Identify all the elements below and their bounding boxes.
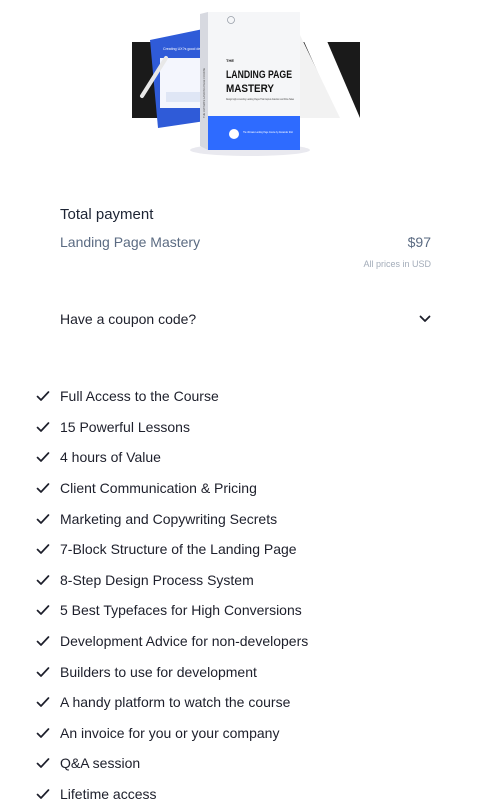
feature-item: 8-Step Design Process System <box>36 565 308 596</box>
feature-label: 5 Best Typefaces for High Conversions <box>60 602 302 619</box>
feature-label: An invoice for you or your company <box>60 724 280 741</box>
screen-card-block <box>166 92 200 102</box>
check-icon <box>36 391 50 402</box>
feature-item: Builders to use for development <box>36 656 308 687</box>
feature-label: A handy platform to watch the course <box>60 694 291 711</box>
chevron-down-icon[interactable] <box>418 312 432 326</box>
feature-label: Marketing and Copywriting Secrets <box>60 510 278 527</box>
feature-label: Client Communication & Pricing <box>60 480 257 497</box>
check-icon <box>36 452 50 463</box>
feature-item: 5 Best Typefaces for High Conversions <box>36 595 308 626</box>
box-tagline: Design High-converting Landing Pages Tha… <box>226 97 294 101</box>
coupon-label: Have a coupon code? <box>60 311 197 327</box>
product-box-illustration: Creating UX?s good design for your proje… <box>132 12 360 156</box>
product-hero-image: Creating UX?s good design for your proje… <box>0 0 487 160</box>
check-icon <box>36 605 50 616</box>
feature-label: Builders to use for development <box>60 663 257 680</box>
check-icon <box>36 544 50 555</box>
order-line-item: Landing Page Mastery $97 <box>60 234 431 250</box>
feature-item: A handy platform to watch the course <box>36 687 308 718</box>
box-spine-text: THE ULTIMATE LANDING PAGE COURSE <box>202 68 206 118</box>
feature-label: 15 Powerful Lessons <box>60 418 190 435</box>
feature-label: Full Access to the Course <box>60 388 219 405</box>
feature-item: 15 Powerful Lessons <box>36 412 308 443</box>
feature-item: 7-Block Structure of the Landing Page <box>36 534 308 565</box>
check-icon <box>36 575 50 585</box>
check-icon <box>36 513 50 524</box>
check-icon <box>36 727 50 738</box>
check-icon <box>36 789 50 799</box>
check-icon <box>36 483 50 493</box>
check-icon <box>36 422 50 432</box>
feature-item: Client Communication & Pricing <box>36 473 308 504</box>
product-name: Landing Page Mastery <box>60 234 201 250</box>
feature-item: Lifetime access <box>36 779 308 809</box>
check-icon <box>36 636 50 646</box>
feature-item: Q&A session <box>36 748 308 779</box>
total-payment-heading: Total payment <box>60 206 154 223</box>
feature-label: Development Advice for non-developers <box>60 633 309 650</box>
box-author-note: The Ultimate Landing Page Course by Alex… <box>243 130 294 134</box>
coupon-toggle[interactable]: Have a coupon code? <box>60 311 432 327</box>
feature-item: Full Access to the Course <box>36 381 308 412</box>
feature-label: 8-Step Design Process System <box>60 571 254 588</box>
feature-item: Marketing and Copywriting Secrets <box>36 503 308 534</box>
feature-item: Development Advice for non-developers <box>36 626 308 657</box>
feature-label: Q&A session <box>60 755 141 772</box>
check-icon <box>36 758 50 769</box>
author-avatar <box>229 129 239 139</box>
feature-item: 4 hours of Value <box>36 442 308 473</box>
feature-item: An invoice for you or your company <box>36 718 308 749</box>
check-icon <box>36 666 50 677</box>
box-small-title: THE <box>226 58 234 63</box>
feature-label: 7-Block Structure of the Landing Page <box>60 541 297 558</box>
box-title-line2: MASTERY <box>226 83 275 95</box>
product-price: $97 <box>407 234 431 250</box>
feature-label: 4 hours of Value <box>60 449 161 466</box>
currency-note: All prices in USD <box>363 259 431 269</box>
feature-list: Full Access to the Course 15 Powerful Le… <box>36 381 308 809</box>
box-title-line1: LANDING PAGE <box>226 69 292 81</box>
check-icon <box>36 697 50 708</box>
